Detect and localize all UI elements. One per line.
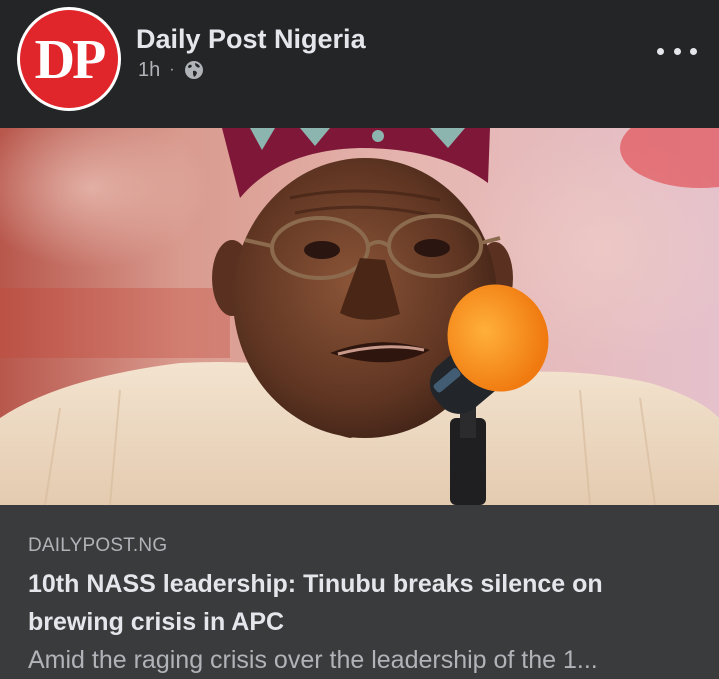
link-description: Amid the raging crisis over the leadersh… <box>28 646 598 674</box>
page-name[interactable]: Daily Post Nigeria <box>136 22 366 56</box>
post-timestamp[interactable]: 1h <box>138 59 160 82</box>
post-photo <box>0 128 719 505</box>
post-header: DP Daily Post Nigeria 1h · <box>0 0 719 128</box>
avatar-logo: DP <box>20 10 118 108</box>
post-meta: 1h · <box>138 58 204 82</box>
link-preview[interactable]: DAILYPOST.NG 10th NASS leadership: Tinub… <box>0 505 719 679</box>
more-horizontal-icon-dot <box>690 47 697 55</box>
more-options-button[interactable] <box>657 36 697 66</box>
feed-post: DP Daily Post Nigeria 1h · DAILYPOST.NG … <box>0 0 719 679</box>
link-domain: DAILYPOST.NG <box>28 535 168 556</box>
post-image[interactable] <box>0 128 719 505</box>
more-horizontal-icon-dot <box>657 47 664 55</box>
globe-icon[interactable] <box>184 60 204 80</box>
more-horizontal-icon-dot <box>673 47 681 55</box>
avatar[interactable]: DP <box>17 7 121 111</box>
avatar-logo-text: DP <box>34 29 107 91</box>
link-title: 10th NASS leadership: Tinubu breaks sile… <box>28 570 603 636</box>
meta-separator: · <box>169 61 175 78</box>
